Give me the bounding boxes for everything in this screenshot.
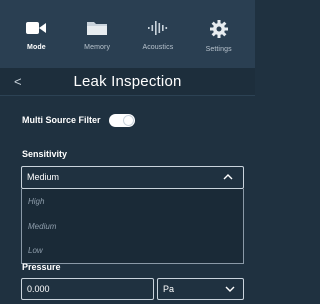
sensitivity-dropdown: High Medium Low [21,189,244,264]
pressure-value-field[interactable]: 0.000 [21,278,154,300]
tab-mode-label: Mode [27,44,46,51]
tab-settings[interactable]: Settings [189,0,249,53]
sensitivity-option-medium[interactable]: Medium [28,222,56,231]
sensitivity-option-high[interactable]: High [28,197,44,206]
pressure-value: 0.000 [27,284,50,294]
sensitivity-option-low[interactable]: Low [28,246,43,255]
camera-icon [26,22,47,34]
multi-source-filter-row: Multi Source Filter [22,112,135,128]
tab-settings-label: Settings [205,46,232,53]
tab-memory[interactable]: Memory [67,0,127,51]
tab-mode[interactable]: Mode [6,0,66,51]
page-header: < Leak Inspection [0,68,255,96]
multi-source-filter-label: Multi Source Filter [22,115,101,125]
folder-icon [87,22,108,35]
page-title: Leak Inspection [73,73,182,90]
toggle-knob [122,114,134,126]
tab-acoustics[interactable]: Acoustics [128,0,188,51]
pressure-unit-value: Pa [163,284,175,294]
chevron-down-icon [225,286,235,292]
sensitivity-label: Sensitivity [22,149,68,159]
sensitivity-selected-value: Medium [27,172,60,182]
multi-source-filter-toggle[interactable] [108,113,135,127]
chevron-up-icon [223,174,233,180]
tab-acoustics-label: Acoustics [142,44,174,51]
top-nav-bar: Mode Memory Acoustics Settings [0,0,255,68]
pressure-unit-select[interactable]: Pa [157,278,244,300]
pressure-label: Pressure [22,262,61,272]
gear-icon [209,20,228,38]
tab-memory-label: Memory [84,44,111,51]
sensitivity-select[interactable]: Medium [21,166,244,189]
waveform-icon [147,21,167,35]
